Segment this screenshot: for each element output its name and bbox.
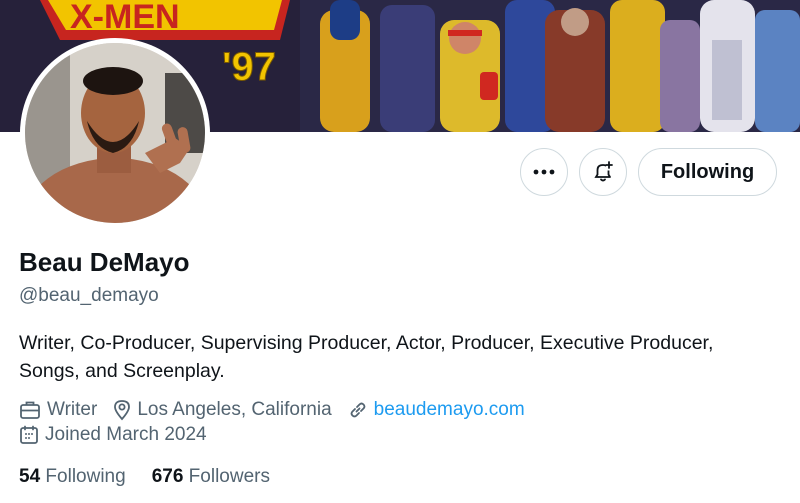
joined-text: Joined March 2024 [45, 424, 207, 445]
profession-item: Writer [19, 399, 97, 421]
display-name: Beau DeMayo [19, 247, 190, 277]
banner-year-text: '97 [222, 45, 276, 89]
website-link[interactable]: beaudemayo.com [374, 399, 525, 421]
link-icon [350, 402, 366, 418]
location-item: Los Angeles, California [113, 399, 332, 421]
bell-plus-icon [594, 161, 613, 182]
banner-logo-text: X-MEN [70, 0, 180, 36]
followers-count: 676 [151, 466, 184, 487]
avatar[interactable] [20, 38, 210, 228]
location-pin-icon [114, 400, 131, 421]
more-button[interactable] [520, 148, 568, 196]
user-handle: @beau_demayo [19, 285, 159, 306]
avatar-photo [25, 43, 205, 223]
profession-text: Writer [47, 399, 98, 420]
following-stat[interactable]: 54 Following [19, 466, 126, 488]
follow-stats: 54 Following 676 Followers [19, 466, 296, 488]
profile-meta-row: Writer Los Angeles, California beaudemay… [19, 399, 541, 421]
website-item[interactable]: beaudemayo.com [348, 399, 525, 421]
joined-item: Joined March 2024 [19, 424, 207, 446]
briefcase-icon [20, 401, 40, 419]
more-icon [533, 169, 555, 175]
calendar-icon [20, 425, 38, 444]
following-count: 54 [19, 466, 41, 487]
profile-meta-row-joined: Joined March 2024 [19, 424, 223, 446]
following-label: Following [45, 466, 126, 487]
location-text: Los Angeles, California [137, 399, 332, 420]
following-button[interactable]: Following [638, 148, 777, 196]
bio-text: Writer, Co-Producer, Supervising Produce… [19, 332, 714, 382]
followers-stat[interactable]: 676 Followers [152, 466, 270, 488]
notify-button[interactable] [579, 148, 627, 196]
followers-label: Followers [188, 466, 270, 487]
